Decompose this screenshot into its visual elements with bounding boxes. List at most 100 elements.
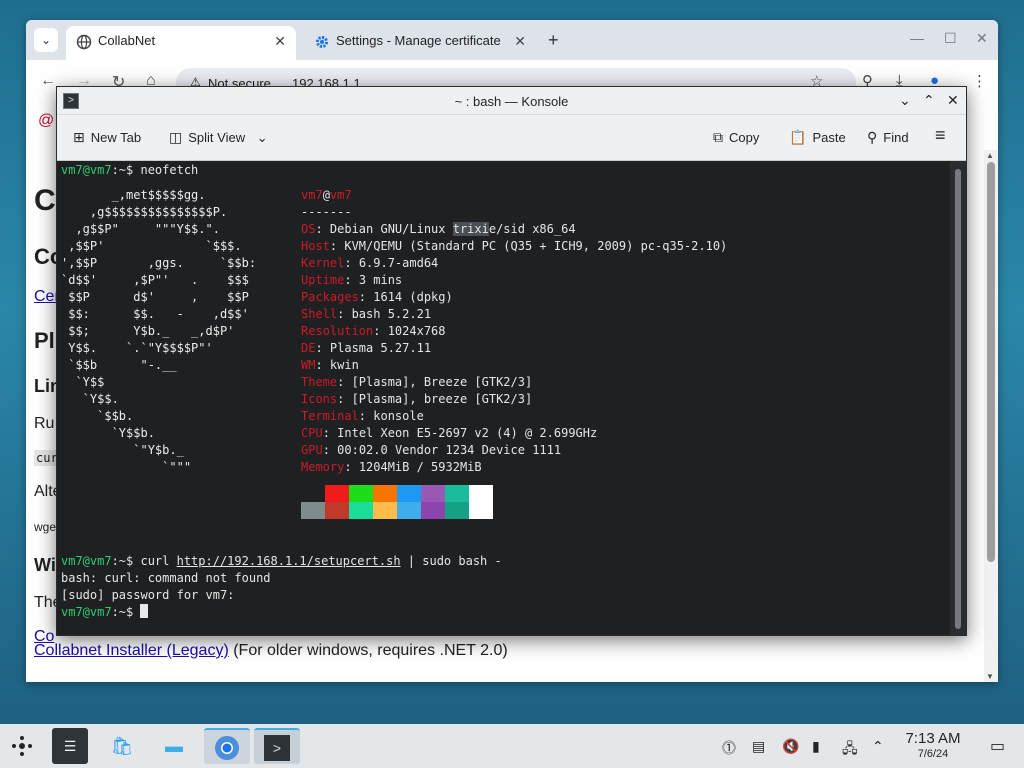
- clipboard-icon[interactable]: ▤: [752, 738, 765, 755]
- page-scrollbar[interactable]: ▲ ▼: [984, 150, 998, 682]
- hamburger-menu-icon[interactable]: ≡: [935, 125, 946, 146]
- scrollbar-thumb[interactable]: [987, 162, 995, 562]
- palette-swatch: [397, 485, 421, 502]
- prompt-user: vm7@vm7: [61, 605, 112, 619]
- info-user: vm7: [301, 188, 323, 202]
- volume-muted-icon[interactable]: 🔇: [782, 738, 799, 755]
- new-tab-icon: ⊞: [73, 129, 85, 145]
- update-notifier-icon[interactable]: ⓵: [722, 738, 736, 758]
- palette-swatch: [349, 485, 373, 502]
- terminal-scrollbar[interactable]: [950, 161, 966, 635]
- legacy-installer-line: Collabnet Installer (Legacy) (For older …: [34, 642, 508, 660]
- back-icon[interactable]: ←: [40, 72, 56, 90]
- clock[interactable]: 7:13 AM 7/6/24: [898, 730, 968, 760]
- menu-kebab-icon[interactable]: ⋮: [972, 72, 987, 90]
- konsole-toolbar: ⊞ New Tab ◫ Split View ⌄ ⧉ Copy 📋 Paste ⚲ Fin…: [57, 115, 966, 161]
- info-key: Packages: [301, 290, 359, 304]
- copy-icon: ⧉: [713, 129, 723, 145]
- battery-icon[interactable]: ▮: [812, 738, 820, 755]
- palette-swatch: [325, 502, 349, 519]
- neofetch-info-row: Host: KVM/QEMU (Standard PC (Q35 + ICH9,…: [301, 239, 728, 253]
- info-value: Intel Xeon E5-2697 v2 (4) @ 2.699GHz: [337, 426, 598, 440]
- palette-swatch: [373, 485, 397, 502]
- minimize-icon[interactable]: ⌄: [899, 92, 911, 109]
- terminal-cursor: [140, 604, 149, 618]
- command-text: neofetch: [140, 163, 199, 177]
- file-manager-icon[interactable]: ▬: [156, 728, 192, 764]
- copy-button[interactable]: ⧉ Copy: [713, 129, 759, 146]
- paste-button[interactable]: 📋 Paste: [789, 129, 846, 146]
- tray-expand-icon[interactable]: ⌃: [872, 738, 884, 755]
- system-settings-icon[interactable]: ☰: [52, 728, 88, 764]
- tab-collabnet[interactable]: CollabNet ✕: [66, 26, 296, 60]
- legacy-installer-link[interactable]: Collabnet Installer (Legacy): [34, 642, 229, 659]
- paste-label: Paste: [812, 130, 846, 145]
- palette-swatch: [301, 485, 325, 502]
- info-key: CPU: [301, 426, 323, 440]
- tab-settings[interactable]: Settings - Manage certificates ✕: [304, 26, 536, 60]
- discover-store-icon[interactable]: 🛍: [104, 728, 140, 764]
- network-icon[interactable]: 🖧: [842, 738, 858, 762]
- palette-swatch: [301, 502, 325, 519]
- palette-swatch: [445, 502, 469, 519]
- info-value: kwin: [329, 358, 359, 372]
- maximize-icon[interactable]: ☐: [944, 30, 957, 47]
- neofetch-info-rows: OS: Debian GNU/Linux trixie/sid x86_64 Ho…: [301, 221, 727, 476]
- prompt-path: :~$: [111, 605, 141, 619]
- palette-swatch: [469, 502, 493, 519]
- info-key: Shell: [301, 307, 338, 321]
- terminal-scrollbar-thumb[interactable]: [955, 169, 961, 629]
- app-launcher-icon[interactable]: [4, 728, 40, 764]
- info-value: konsole: [373, 409, 424, 423]
- info-key: Terminal: [301, 409, 359, 423]
- paste-icon: 📋: [789, 129, 807, 145]
- windows-heading: Wi: [34, 555, 56, 575]
- close-window-icon[interactable]: ✕: [976, 30, 988, 47]
- close-icon[interactable]: ✕: [947, 92, 959, 109]
- info-value: 6.9.7-amd64: [358, 256, 439, 270]
- info-value-highlight: trixi: [452, 222, 489, 236]
- terminal-area[interactable]: vm7@vm7:~$ neofetch _,met$$$$$gg. ,g$$$$…: [57, 161, 952, 635]
- konsole-titlebar[interactable]: > ~ : bash — Konsole ⌄ ⌃ ✕: [57, 87, 966, 115]
- info-value: 1204MiB / 5932MiB: [358, 460, 482, 474]
- chevron-down-icon: ⌄: [256, 130, 268, 145]
- neofetch-info-row: Memory: 1204MiB / 5932MiB: [301, 460, 482, 474]
- chromium-taskbar-icon[interactable]: [204, 728, 250, 764]
- scroll-down-icon[interactable]: ▼: [986, 672, 994, 681]
- show-desktop-icon[interactable]: ▭: [990, 736, 1005, 756]
- neofetch-info-row: WM: kwin: [301, 358, 359, 372]
- info-value-rest: e/sid x86_64: [488, 222, 576, 236]
- scroll-up-icon[interactable]: ▲: [986, 151, 994, 160]
- neofetch-info-row: GPU: 00:02.0 Vendor 1234 Device 1111: [301, 443, 562, 457]
- neofetch-separator: -------: [301, 205, 352, 219]
- taskbar: ☰ 🛍 ▬ > ⓵ ▤ 🔇 ▮ 🖧 ⌃ 7:13 AM 7/6/24 ▭: [0, 724, 1024, 768]
- gear-icon: [316, 36, 328, 48]
- info-value: 3 mins: [358, 273, 403, 287]
- tab-label: Settings - Manage certificates: [336, 33, 501, 48]
- maximize-icon[interactable]: ⌃: [923, 92, 935, 109]
- find-button[interactable]: ⚲ Find: [867, 129, 909, 146]
- debian-swirl-icon[interactable]: @: [38, 112, 54, 130]
- copy-label: Copy: [729, 130, 760, 145]
- minimize-icon[interactable]: —: [910, 30, 924, 46]
- neofetch-info-row: Icons: [Plasma], breeze [GTK2/3]: [301, 392, 533, 406]
- terminal-line-curl: vm7@vm7:~$ curl http://192.168.1.1/setup…: [61, 553, 502, 570]
- terminal-output-error: bash: curl: command not found: [61, 571, 271, 585]
- wget-code-snippet: wge: [34, 520, 57, 534]
- new-tab-button[interactable]: +: [548, 30, 559, 51]
- info-key: Theme: [301, 375, 338, 389]
- command-text-pipe: | sudo bash -: [400, 554, 502, 568]
- close-tab-icon[interactable]: ✕: [514, 26, 526, 56]
- new-tab-button[interactable]: ⊞ New Tab: [73, 129, 141, 146]
- search-icon: ⚲: [867, 129, 878, 145]
- terminal-line-current: vm7@vm7:~$: [61, 604, 149, 621]
- setupcert-url-link[interactable]: http://192.168.1.1/setupcert.sh: [177, 554, 401, 568]
- prompt-user: vm7@vm7: [61, 554, 112, 568]
- palette-row-top: [301, 485, 493, 502]
- konsole-taskbar-icon[interactable]: >: [254, 728, 300, 764]
- tab-search-button[interactable]: ⌄: [34, 28, 58, 52]
- close-tab-icon[interactable]: ✕: [274, 26, 286, 56]
- split-view-button[interactable]: ◫ Split View ⌄: [169, 129, 268, 146]
- terminal-line-neofetch: vm7@vm7:~$ neofetch: [61, 162, 198, 179]
- debian-ascii-logo: _,met$$$$$gg. ,g$$$$$$$$$$$$$$$P. ,g$$P"…: [61, 188, 257, 474]
